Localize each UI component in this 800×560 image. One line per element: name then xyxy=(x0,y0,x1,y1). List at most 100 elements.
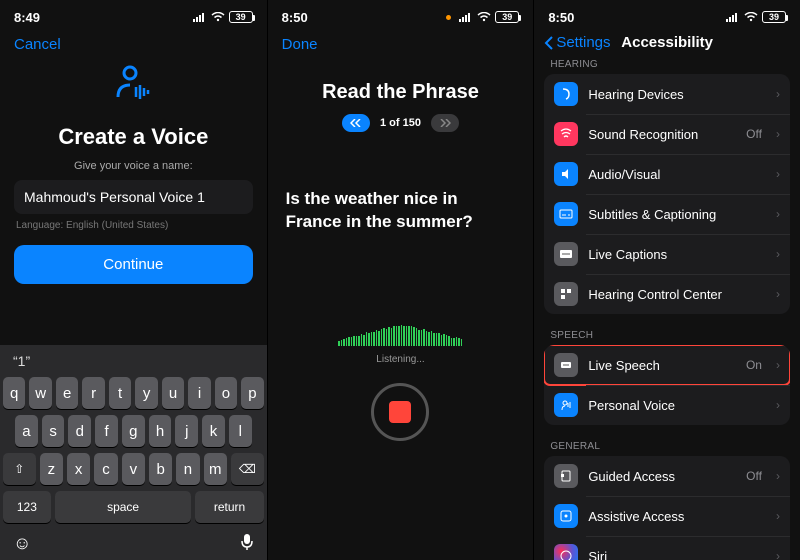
next-button[interactable] xyxy=(431,114,459,132)
keyboard-row-3: ⇧zxcvbnm⌫ xyxy=(3,453,264,485)
status-bar: 8:50 39 xyxy=(268,0,534,28)
row-siri[interactable]: Siri › xyxy=(544,536,790,560)
status-time: 8:49 xyxy=(14,10,40,25)
subtitles-icon xyxy=(554,202,578,226)
battery-icon: 39 xyxy=(229,11,253,23)
chevron-right-icon: › xyxy=(776,127,780,141)
listening-label: Listening... xyxy=(268,354,534,365)
pvoice-icon xyxy=(554,393,578,417)
key-e[interactable]: e xyxy=(56,377,78,409)
phone-create-voice: 8:49 39 Cancel Create a Voice Give your … xyxy=(0,0,267,560)
row-label: Sound Recognition xyxy=(588,127,736,142)
chevron-right-icon: › xyxy=(776,207,780,221)
row-subtitles-captioning[interactable]: Subtitles & Captioning › xyxy=(544,194,790,234)
siri-icon xyxy=(554,544,578,560)
voice-name-input[interactable] xyxy=(24,189,243,205)
row-label: Subtitles & Captioning xyxy=(588,207,762,222)
key-j[interactable]: j xyxy=(175,415,198,447)
chevron-right-icon: › xyxy=(776,247,780,261)
hcc-icon xyxy=(554,282,578,306)
keyboard-row-bottom: 123 space return xyxy=(3,491,264,523)
record-stop-button[interactable] xyxy=(371,383,429,441)
signal-icon xyxy=(726,12,740,22)
row-label: Siri xyxy=(588,549,762,560)
key-space[interactable]: space xyxy=(55,491,192,523)
wifi-icon xyxy=(477,12,491,22)
autocorrect-suggestion[interactable]: “1” xyxy=(3,349,264,377)
row-live-speech[interactable]: Live SpeechOn› xyxy=(544,345,790,385)
chevron-right-icon: › xyxy=(776,469,780,483)
key-v[interactable]: v xyxy=(122,453,145,485)
key-k[interactable]: k xyxy=(202,415,225,447)
assistive-icon xyxy=(554,504,578,528)
key-t[interactable]: t xyxy=(109,377,131,409)
group-general: Guided AccessOff›Assistive Access›Siri›A… xyxy=(544,456,790,560)
key-i[interactable]: i xyxy=(188,377,210,409)
battery-icon: 39 xyxy=(762,11,786,23)
section-header-speech: SPEECH xyxy=(534,326,800,345)
keyboard: “1” qwertyuiop asdfghjkl ⇧zxcvbnm⌫ 123 s… xyxy=(0,345,267,560)
row-audio-visual[interactable]: Audio/Visual› xyxy=(544,154,790,194)
key-w[interactable]: w xyxy=(29,377,51,409)
row-sound-recognition[interactable]: Sound Recognition Off › xyxy=(544,114,790,154)
livecap-icon xyxy=(554,242,578,266)
group-hearing: Hearing Devices›Sound RecognitionOff›Aud… xyxy=(544,74,790,314)
key-⌫[interactable]: ⌫ xyxy=(231,453,264,485)
row-guided-access[interactable]: Guided Access Off › xyxy=(544,456,790,496)
key-y[interactable]: y xyxy=(135,377,157,409)
row-label: Hearing Devices xyxy=(588,87,762,102)
key-n[interactable]: n xyxy=(176,453,199,485)
key-u[interactable]: u xyxy=(162,377,184,409)
key-123[interactable]: 123 xyxy=(3,491,51,523)
key-b[interactable]: b xyxy=(149,453,172,485)
row-label: Audio/Visual xyxy=(588,167,762,182)
key-return[interactable]: return xyxy=(195,491,263,523)
row-personal-voice[interactable]: Personal Voice› xyxy=(544,385,790,425)
guided-icon xyxy=(554,464,578,488)
key-a[interactable]: a xyxy=(15,415,38,447)
row-hearing-control-center[interactable]: Hearing Control Center› xyxy=(544,274,790,314)
mic-active-dot xyxy=(446,15,451,20)
key-q[interactable]: q xyxy=(3,377,25,409)
mic-key[interactable] xyxy=(240,533,254,554)
voice-name-field[interactable] xyxy=(14,180,253,214)
chevron-right-icon: › xyxy=(776,549,780,560)
status-time: 8:50 xyxy=(282,10,308,25)
key-m[interactable]: m xyxy=(204,453,227,485)
key-o[interactable]: o xyxy=(215,377,237,409)
keyboard-row-2: asdfghjkl xyxy=(3,415,264,447)
key-⇧[interactable]: ⇧ xyxy=(3,453,36,485)
row-live-captions[interactable]: Live Captions› xyxy=(544,234,790,274)
key-h[interactable]: h xyxy=(149,415,172,447)
row-value: Off xyxy=(746,469,762,483)
row-value: Off xyxy=(746,127,762,141)
row-assistive-access[interactable]: Assistive Access› xyxy=(544,496,790,536)
key-s[interactable]: s xyxy=(42,415,65,447)
row-label: Guided Access xyxy=(588,469,736,484)
key-f[interactable]: f xyxy=(95,415,118,447)
key-r[interactable]: r xyxy=(82,377,104,409)
language-label: Language: English (United States) xyxy=(16,220,251,231)
status-time: 8:50 xyxy=(548,10,574,25)
key-l[interactable]: l xyxy=(229,415,252,447)
sound-icon xyxy=(554,122,578,146)
key-c[interactable]: c xyxy=(94,453,117,485)
section-header-hearing: HEARING xyxy=(534,55,800,74)
cancel-button[interactable]: Cancel xyxy=(14,36,61,53)
row-hearing-devices[interactable]: Hearing Devices› xyxy=(544,74,790,114)
done-button[interactable]: Done xyxy=(282,36,318,53)
key-g[interactable]: g xyxy=(122,415,145,447)
livespeech-icon xyxy=(554,353,578,377)
key-p[interactable]: p xyxy=(241,377,263,409)
chevron-right-icon: › xyxy=(776,358,780,372)
key-x[interactable]: x xyxy=(67,453,90,485)
nav-bar: Settings Accessibility xyxy=(534,28,800,57)
ear-icon xyxy=(554,82,578,106)
key-d[interactable]: d xyxy=(68,415,91,447)
key-z[interactable]: z xyxy=(40,453,63,485)
nav-bar: Cancel xyxy=(0,28,267,53)
wifi-icon xyxy=(744,12,758,22)
prev-button[interactable] xyxy=(342,114,370,132)
continue-button[interactable]: Continue xyxy=(14,245,253,284)
emoji-key[interactable]: ☺ xyxy=(13,533,31,554)
